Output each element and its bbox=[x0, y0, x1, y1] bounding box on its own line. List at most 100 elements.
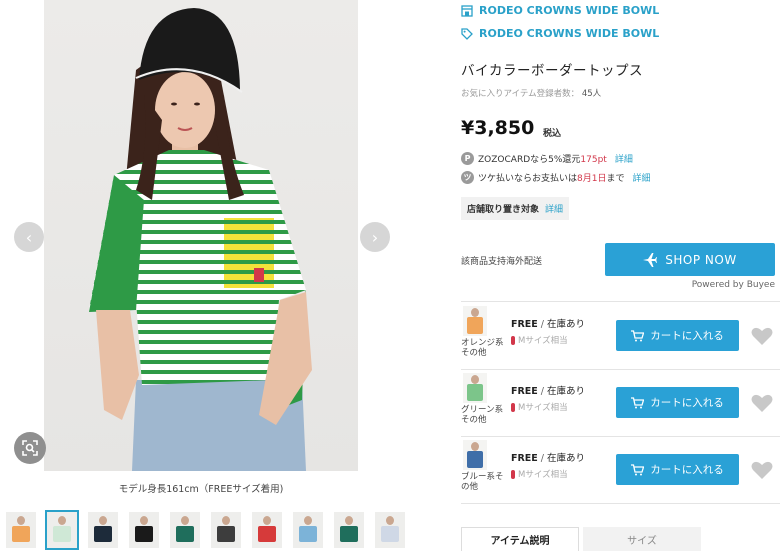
heart-icon[interactable] bbox=[751, 326, 773, 346]
overseas-shipping-label: 該商品支持海外配送 bbox=[461, 257, 543, 267]
store-reserve-tag: 店舗取り置き対象 詳細 bbox=[461, 197, 570, 220]
thermometer-icon bbox=[511, 402, 515, 412]
detail-tabs: アイテム説明 サイズ bbox=[461, 527, 780, 551]
variant-size: FREE bbox=[511, 386, 538, 397]
shop-now-button[interactable]: SHOP NOW bbox=[605, 243, 775, 276]
tax-included-label: 税込 bbox=[543, 129, 562, 139]
add-to-cart-label: カートに入れる bbox=[650, 330, 724, 342]
gallery-thumbnail[interactable] bbox=[170, 512, 200, 548]
tag-icon bbox=[461, 27, 473, 40]
brand-link[interactable]: RODEO CROWNS WIDE BOWL bbox=[461, 27, 659, 40]
gallery-thumbnail[interactable] bbox=[375, 512, 405, 548]
variant-row: ブルー系そ の他 FREE / 在庫あり Mサイズ相当 カートに入れる bbox=[461, 438, 780, 502]
zozocard-detail-link[interactable]: 詳細 bbox=[615, 152, 633, 165]
product-price: ¥3,850 bbox=[461, 117, 535, 139]
gallery-thumbnail[interactable] bbox=[252, 512, 282, 548]
variant-fit: Mサイズ相当 bbox=[511, 334, 568, 346]
shop-link[interactable]: RODEO CROWNS WIDE BOWL bbox=[461, 4, 659, 17]
variant-thumbnail[interactable] bbox=[463, 440, 487, 470]
thumbnail-strip bbox=[0, 510, 405, 551]
brand-name: RODEO CROWNS WIDE BOWL bbox=[479, 27, 660, 40]
thumbnail-model-body bbox=[53, 526, 71, 542]
chevron-left-icon: ‹ bbox=[25, 227, 33, 247]
thumbnail-model-head bbox=[222, 516, 230, 525]
gallery-thumbnail[interactable] bbox=[293, 512, 323, 548]
thermometer-icon bbox=[511, 469, 515, 479]
variant-model-head bbox=[471, 442, 479, 451]
gallery-thumbnail[interactable] bbox=[45, 510, 79, 550]
variant-color-name: オレンジ系 その他 bbox=[461, 338, 504, 358]
variant-size: FREE bbox=[511, 453, 538, 464]
thumbnail-model-body bbox=[135, 526, 153, 542]
variant-thumbnail[interactable] bbox=[463, 306, 487, 336]
store-reserve-label: 店舗取り置き対象 bbox=[467, 205, 540, 215]
favorite-count-label: お気に入りアイテム登録者数： bbox=[461, 89, 580, 99]
thumbnail-model-body bbox=[381, 526, 399, 542]
variant-stock: FREE / 在庫あり bbox=[511, 386, 586, 397]
add-to-cart-button[interactable]: カートに入れる bbox=[616, 454, 739, 485]
gallery-thumbnail[interactable] bbox=[334, 512, 364, 548]
airplane-icon bbox=[643, 252, 658, 267]
variant-color-name: ブルー系そ の他 bbox=[461, 472, 504, 492]
gallery-next-button[interactable]: › bbox=[360, 222, 390, 252]
cart-icon bbox=[631, 329, 645, 341]
thumbnail-model-head bbox=[17, 516, 25, 525]
shop-now-label: SHOP NOW bbox=[665, 252, 737, 267]
heart-icon[interactable] bbox=[751, 460, 773, 480]
divider bbox=[461, 301, 780, 302]
thumbnail-model-head bbox=[304, 516, 312, 525]
variant-fit: Mサイズ相当 bbox=[511, 468, 568, 480]
variant-thumbnail[interactable] bbox=[463, 373, 487, 403]
variant-row: オレンジ系 その他 FREE / 在庫あり Mサイズ相当 カートに入れる bbox=[461, 304, 780, 368]
tsuke-detail-link[interactable]: 詳細 bbox=[632, 171, 650, 184]
variant-model-body bbox=[467, 451, 483, 468]
store-reserve-detail-link[interactable]: 詳細 bbox=[545, 202, 563, 215]
product-main-photo[interactable] bbox=[44, 0, 358, 471]
heart-icon[interactable] bbox=[751, 393, 773, 413]
variant-stock-status: 在庫あり bbox=[547, 319, 586, 330]
tab-item-description[interactable]: アイテム説明 bbox=[461, 527, 579, 551]
variant-stock: FREE / 在庫あり bbox=[511, 453, 586, 464]
variant-size: FREE bbox=[511, 319, 538, 330]
favorite-count-value: 45人 bbox=[581, 89, 602, 99]
cart-icon bbox=[631, 463, 645, 475]
variant-color-name: グリーン系 その他 bbox=[461, 405, 504, 425]
gallery-thumbnail[interactable] bbox=[211, 512, 241, 548]
variant-model-head bbox=[471, 308, 479, 317]
thumbnail-model-head bbox=[263, 516, 271, 525]
divider bbox=[461, 369, 780, 370]
thumbnail-model-head bbox=[140, 516, 148, 525]
model-size-caption: モデル身長161cm（FREEサイズ着用) bbox=[118, 484, 284, 495]
thumbnail-model-head bbox=[99, 516, 107, 525]
thumbnail-model-head bbox=[181, 516, 189, 525]
variant-fit: Mサイズ相当 bbox=[511, 401, 568, 413]
thumbnail-model-body bbox=[299, 526, 317, 542]
shop-name: RODEO CROWNS WIDE BOWL bbox=[479, 4, 660, 17]
gallery-prev-button[interactable]: ‹ bbox=[14, 222, 44, 252]
divider bbox=[461, 503, 780, 504]
favorite-count: お気に入りアイテム登録者数： 45人 bbox=[461, 87, 601, 99]
gallery-thumbnail[interactable] bbox=[88, 512, 118, 548]
add-to-cart-button[interactable]: カートに入れる bbox=[616, 387, 739, 418]
chevron-right-icon: › bbox=[371, 227, 379, 247]
gallery-thumbnail[interactable] bbox=[129, 512, 159, 548]
thumbnail-model-body bbox=[258, 526, 276, 542]
divider bbox=[461, 436, 780, 437]
variant-model-head bbox=[471, 375, 479, 384]
tab-size[interactable]: サイズ bbox=[583, 527, 701, 551]
thumbnail-model-body bbox=[94, 526, 112, 542]
deferred-payment-icon: ツ bbox=[461, 171, 474, 184]
thumbnail-model-head bbox=[386, 516, 394, 525]
visual-search-button[interactable] bbox=[14, 432, 46, 464]
tsuke-text: ツケ払いならお支払いは8月1日まで bbox=[478, 174, 625, 184]
points-icon: P bbox=[461, 152, 474, 165]
thumbnail-model-body bbox=[12, 526, 30, 542]
gallery-thumbnail[interactable] bbox=[6, 512, 36, 548]
add-to-cart-label: カートに入れる bbox=[650, 397, 724, 409]
thumbnail-model-body bbox=[176, 526, 194, 542]
variant-stock: FREE / 在庫あり bbox=[511, 319, 586, 330]
thermometer-icon bbox=[511, 335, 515, 345]
variant-stock-status: 在庫あり bbox=[547, 453, 586, 464]
add-to-cart-button[interactable]: カートに入れる bbox=[616, 320, 739, 351]
add-to-cart-label: カートに入れる bbox=[650, 464, 724, 476]
